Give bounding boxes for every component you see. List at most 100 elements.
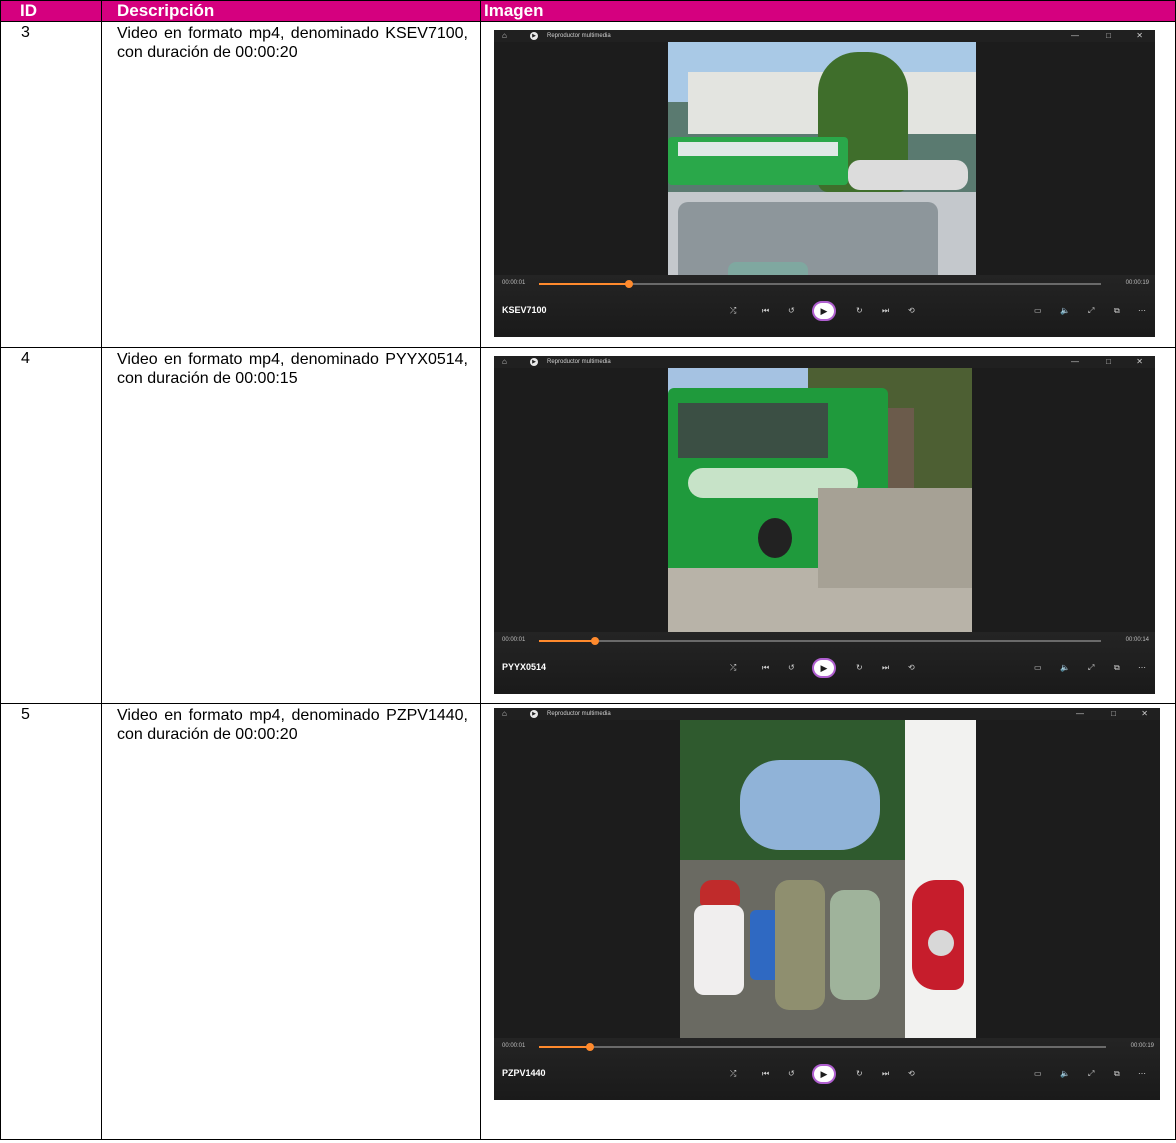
- play-icon: ▶: [820, 306, 828, 316]
- volume-icon[interactable]: 🔈: [1060, 301, 1070, 321]
- close-icon[interactable]: ✕: [1136, 356, 1143, 368]
- title-bar: ⌂ ▶ Reproductor multimedia — □ ✕: [494, 708, 1160, 720]
- play-button[interactable]: ▶: [812, 1064, 836, 1084]
- player-controls: 00:00:01 00:00:14 PYYX0514 ⤮ ⏮ ↺ ▶ ↻ ⏭ ⟲…: [494, 632, 1155, 694]
- maximize-icon[interactable]: □: [1106, 30, 1111, 42]
- previous-icon[interactable]: ⏮: [762, 301, 769, 321]
- miniplayer-icon[interactable]: ⧉: [1114, 658, 1120, 678]
- captions-icon[interactable]: ▭: [1034, 658, 1042, 678]
- screenshot-cell: ⌂ ▶ Reproductor multimedia — □ ✕ 00:00:0…: [480, 21, 1176, 348]
- forward-icon[interactable]: ↻: [856, 1064, 863, 1084]
- previous-icon[interactable]: ⏮: [762, 658, 769, 678]
- table-row: 5 Video en formato mp4, denominado PZPV1…: [0, 703, 1176, 1140]
- home-icon[interactable]: ⌂: [502, 708, 507, 720]
- video-frame[interactable]: [680, 720, 976, 1038]
- row-description: Video en formato mp4, denominado PYYX051…: [101, 347, 481, 704]
- screenshot-cell: ⌂ ▶ Reproductor multimedia — □ ✕ 00:00:0…: [480, 703, 1176, 1140]
- fullscreen-icon[interactable]: ⤢: [1088, 658, 1094, 678]
- player-controls: 00:00:01 00:00:19 KSEV7100 ⤮ ⏮ ↺ ▶ ↻ ⏭ ⟲…: [494, 275, 1155, 337]
- app-title: Reproductor multimedia: [547, 711, 611, 717]
- volume-icon[interactable]: 🔈: [1060, 658, 1070, 678]
- app-logo-icon: ▶: [530, 32, 538, 40]
- current-time: 00:00:01: [502, 1043, 526, 1049]
- player-controls: 00:00:01 00:00:19 PZPV1440 ⤮ ⏮ ↺ ▶ ↻ ⏭ ⟲…: [494, 1038, 1160, 1100]
- more-icon[interactable]: ⋯: [1138, 301, 1146, 321]
- total-time: 00:00:19: [1125, 280, 1149, 286]
- row-id: 4: [0, 347, 102, 704]
- minimize-icon[interactable]: —: [1071, 30, 1079, 42]
- rewind-icon[interactable]: ↺: [788, 658, 795, 678]
- media-player-window: ⌂ ▶ Reproductor multimedia — □ ✕ 00:00:0…: [494, 30, 1155, 337]
- media-player-window: ⌂ ▶ Reproductor multimedia — □ ✕ 00:00:0…: [494, 708, 1160, 1100]
- row-description: Video en formato mp4, denominado PZPV144…: [101, 703, 481, 1140]
- miniplayer-icon[interactable]: ⧉: [1114, 1064, 1120, 1084]
- forward-icon[interactable]: ↻: [856, 301, 863, 321]
- play-icon: ▶: [820, 1069, 828, 1079]
- more-icon[interactable]: ⋯: [1138, 1064, 1146, 1084]
- seek-bar[interactable]: [539, 1043, 1106, 1051]
- rewind-icon[interactable]: ↺: [788, 1064, 795, 1084]
- rewind-icon[interactable]: ↺: [788, 301, 795, 321]
- play-button[interactable]: ▶: [812, 301, 836, 321]
- next-icon[interactable]: ⏭: [882, 301, 889, 321]
- repeat-icon[interactable]: ⟲: [908, 1064, 915, 1084]
- close-icon[interactable]: ✕: [1136, 30, 1143, 42]
- minimize-icon[interactable]: —: [1071, 356, 1079, 368]
- title-bar: ⌂ ▶ Reproductor multimedia — □ ✕: [494, 30, 1155, 42]
- previous-icon[interactable]: ⏮: [762, 1064, 769, 1084]
- seek-bar[interactable]: [539, 637, 1101, 645]
- miniplayer-icon[interactable]: ⧉: [1114, 301, 1120, 321]
- next-icon[interactable]: ⏭: [882, 1064, 889, 1084]
- seek-thumb[interactable]: [586, 1043, 595, 1051]
- seek-thumb[interactable]: [624, 280, 633, 288]
- title-bar: ⌂ ▶ Reproductor multimedia — □ ✕: [494, 356, 1155, 368]
- current-time: 00:00:01: [502, 637, 526, 643]
- screenshot-cell: ⌂ ▶ Reproductor multimedia — □ ✕ 00:00:0…: [480, 347, 1176, 704]
- shuffle-icon[interactable]: ⤮: [730, 1064, 736, 1084]
- play-icon: ▶: [820, 663, 828, 673]
- header-image: Imagen: [480, 0, 1176, 22]
- table-row: 3 Video en formato mp4, denominado KSEV7…: [0, 21, 1176, 348]
- control-row: ⤮ ⏮ ↺ ▶ ↻ ⏭ ⟲ ▭ 🔈 ⤢ ⧉ ⋯: [494, 301, 1155, 321]
- header-description: Descripción: [101, 0, 481, 22]
- total-time: 00:00:19: [1130, 1043, 1154, 1049]
- video-frame[interactable]: [668, 368, 972, 632]
- app-logo-icon: ▶: [530, 358, 538, 366]
- close-icon[interactable]: ✕: [1141, 708, 1148, 720]
- repeat-icon[interactable]: ⟲: [908, 658, 915, 678]
- maximize-icon[interactable]: □: [1111, 708, 1116, 720]
- more-icon[interactable]: ⋯: [1138, 658, 1146, 678]
- volume-icon[interactable]: 🔈: [1060, 1064, 1070, 1084]
- video-frame[interactable]: [668, 42, 976, 275]
- next-icon[interactable]: ⏭: [882, 658, 889, 678]
- home-icon[interactable]: ⌂: [502, 356, 507, 368]
- row-description: Video en formato mp4, denominado KSEV710…: [101, 21, 481, 348]
- header-row: ID Descripción Imagen: [0, 0, 1176, 22]
- seek-progress: [539, 640, 596, 642]
- header-id: ID: [0, 0, 102, 22]
- captions-icon[interactable]: ▭: [1034, 1064, 1042, 1084]
- forward-icon[interactable]: ↻: [856, 658, 863, 678]
- fullscreen-icon[interactable]: ⤢: [1088, 301, 1094, 321]
- control-row: ⤮ ⏮ ↺ ▶ ↻ ⏭ ⟲ ▭ 🔈 ⤢ ⧉ ⋯: [494, 1064, 1160, 1084]
- repeat-icon[interactable]: ⟲: [908, 301, 915, 321]
- app-title: Reproductor multimedia: [547, 359, 611, 365]
- app-logo-icon: ▶: [530, 710, 538, 718]
- play-button[interactable]: ▶: [812, 658, 836, 678]
- fullscreen-icon[interactable]: ⤢: [1088, 1064, 1094, 1084]
- seek-thumb[interactable]: [591, 637, 600, 645]
- row-id: 5: [0, 703, 102, 1140]
- media-player-window: ⌂ ▶ Reproductor multimedia — □ ✕ 00:00:0…: [494, 356, 1155, 694]
- maximize-icon[interactable]: □: [1106, 356, 1111, 368]
- seek-progress: [539, 283, 629, 285]
- control-row: ⤮ ⏮ ↺ ▶ ↻ ⏭ ⟲ ▭ 🔈 ⤢ ⧉ ⋯: [494, 658, 1155, 678]
- home-icon[interactable]: ⌂: [502, 30, 507, 42]
- minimize-icon[interactable]: —: [1076, 708, 1084, 720]
- current-time: 00:00:01: [502, 280, 526, 286]
- row-id: 3: [0, 21, 102, 348]
- shuffle-icon[interactable]: ⤮: [730, 301, 736, 321]
- shuffle-icon[interactable]: ⤮: [730, 658, 736, 678]
- table-row: 4 Video en formato mp4, denominado PYYX0…: [0, 347, 1176, 704]
- captions-icon[interactable]: ▭: [1034, 301, 1042, 321]
- seek-bar[interactable]: [539, 280, 1101, 288]
